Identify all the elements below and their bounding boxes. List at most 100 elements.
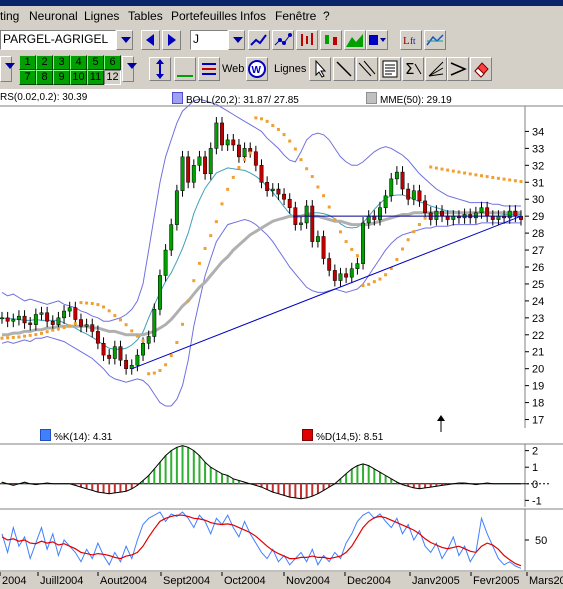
- date-tick-label: Fevr2005: [473, 575, 519, 587]
- price-tick-label: 19: [532, 381, 544, 393]
- parabolic-sar-dot: [451, 169, 455, 173]
- candle-body: [67, 307, 72, 312]
- candle-body: [28, 322, 33, 325]
- candle-body: [434, 210, 439, 220]
- osc-tick-label: 0: [532, 479, 538, 491]
- parabolic-sar-dot: [508, 178, 512, 182]
- legend-mme: MME(50): 29.19: [366, 92, 452, 106]
- osc-histogram-bar: [362, 463, 365, 484]
- parabolic-sar-dot: [406, 238, 410, 242]
- osc-histogram-bar: [271, 483, 274, 493]
- osc-histogram-bar: [187, 447, 190, 484]
- parabolic-sar-dot: [367, 282, 371, 286]
- parabolic-sar-dot: [350, 247, 354, 251]
- price-tick-label: 24: [532, 296, 544, 308]
- candle-body: [287, 198, 292, 208]
- parabolic-sar-dot: [164, 363, 168, 367]
- parabolic-sar-dot: [175, 341, 179, 345]
- parabolic-sar-dot: [39, 331, 43, 335]
- candle-body: [22, 315, 27, 324]
- candle-body: [507, 210, 512, 219]
- parabolic-sar-dot: [51, 328, 55, 332]
- candle-body: [174, 190, 179, 225]
- osc-histogram-bar: [175, 447, 178, 484]
- parabolic-sar-dot: [181, 322, 185, 326]
- candle-body: [445, 215, 450, 220]
- candle-body: [220, 122, 224, 146]
- legend-sar-text: RS(0.02,0.2): 30.39: [0, 92, 88, 103]
- osc-histogram-bar: [119, 483, 122, 493]
- osc-tick-label: -1: [532, 495, 542, 507]
- candle-body: [406, 188, 411, 200]
- candle-body: [186, 156, 191, 183]
- osc-signal-line: [1, 445, 521, 500]
- osc-tick-label: 1: [532, 462, 538, 474]
- osc-histogram-bar: [378, 472, 381, 484]
- candle-body: [383, 195, 388, 208]
- legend-boll-text: BOLL(20,2): 31.87/ 27.85: [186, 95, 299, 106]
- parabolic-sar-dot: [282, 133, 286, 137]
- price-tick-label: 21: [532, 347, 544, 359]
- parabolic-sar-dot: [260, 117, 263, 121]
- parabolic-sar-dot: [502, 177, 506, 181]
- osc-histogram-bar: [294, 483, 297, 498]
- candle-body: [16, 315, 21, 320]
- parabolic-sar-dot: [457, 170, 461, 174]
- parabolic-sar-dot: [372, 280, 376, 284]
- parabolic-sar-dot: [310, 175, 314, 179]
- parabolic-sar-dot: [79, 301, 83, 305]
- price-tick-label: 22: [532, 330, 544, 342]
- parabolic-sar-dot: [130, 329, 134, 333]
- osc-histogram-bar: [221, 473, 224, 484]
- candle-body: [90, 324, 95, 332]
- parabolic-sar-dot: [322, 194, 326, 198]
- osc-histogram-bar: [299, 483, 302, 499]
- candle-body: [84, 324, 89, 327]
- osc-histogram-bar: [158, 462, 161, 484]
- candle-body: [124, 359, 129, 369]
- candle-body: [259, 165, 264, 183]
- candle-body: [231, 139, 236, 146]
- date-tick-label: Janv2005: [412, 575, 460, 587]
- osc-histogram-bar: [305, 483, 308, 498]
- legend-d-text: %D(14,5): 8.51: [316, 432, 384, 443]
- parabolic-sar-dot: [96, 303, 100, 307]
- legend-stoch-d: %D(14,5): 8.51: [302, 429, 383, 443]
- candle-body: [315, 236, 320, 242]
- stoch-k-line: [1, 511, 522, 569]
- candle-body: [394, 171, 399, 180]
- osc-histogram-bar: [322, 483, 325, 491]
- osc-histogram-bar: [356, 465, 359, 484]
- support-trend-line: [131, 215, 522, 370]
- price-tick-label: 28: [532, 228, 544, 240]
- candle-body: [423, 200, 428, 214]
- parabolic-sar-dot: [56, 327, 60, 331]
- price-tick-label: 31: [532, 177, 544, 189]
- parabolic-sar-dot: [468, 172, 472, 176]
- osc-histogram-bar: [192, 450, 195, 484]
- candle-body: [242, 148, 247, 158]
- parabolic-sar-dot: [113, 314, 117, 318]
- candle-body: [135, 354, 140, 366]
- candle-body: [169, 224, 174, 251]
- candle-body: [372, 215, 377, 220]
- parabolic-sar-dot: [169, 354, 173, 358]
- price-tick-label: 27: [532, 245, 544, 257]
- parabolic-sar-dot: [209, 234, 213, 238]
- parabolic-sar-dot: [147, 372, 151, 376]
- parabolic-sar-dot: [519, 180, 523, 184]
- parabolic-sar-dot: [355, 254, 359, 258]
- candle-body: [344, 273, 349, 278]
- candle-body: [33, 314, 38, 325]
- parabolic-sar-dot: [231, 175, 235, 179]
- mme-50-line: [2, 211, 521, 337]
- candle-body: [214, 122, 219, 149]
- date-tick-label: Aout2004: [100, 575, 147, 587]
- parabolic-sar-dot: [158, 368, 162, 372]
- price-tick-label: 20: [532, 364, 544, 376]
- date-tick-label: Mars20: [529, 575, 563, 587]
- parabolic-sar-dot: [124, 323, 128, 327]
- candle-body: [473, 212, 478, 219]
- osc-histogram-bar: [367, 465, 370, 484]
- osc-histogram-bar: [209, 467, 212, 484]
